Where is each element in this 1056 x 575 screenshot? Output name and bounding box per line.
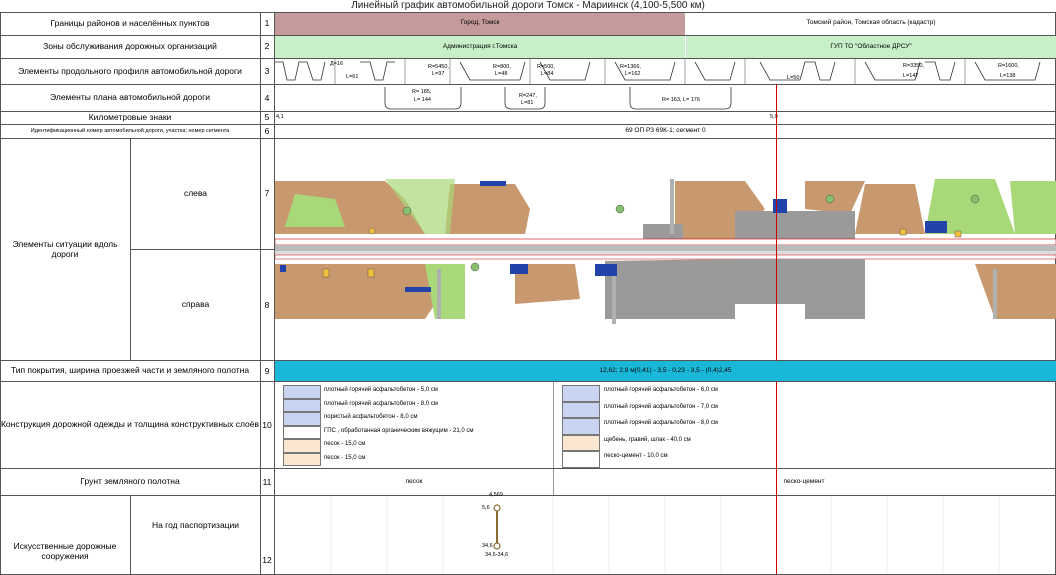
layer-right-text: плотный горячий асфальтобетон - 6,0 см xyxy=(604,387,718,393)
layer-right-text: щебень, гравий, шлак - 40,0 см xyxy=(604,436,691,443)
zone-admin-label: Администрация г.Томска xyxy=(442,43,518,50)
situation-map xyxy=(275,179,1056,324)
profile-bottom-5: L=50 xyxy=(787,75,800,81)
row-num: 1 xyxy=(264,18,270,28)
structure-diagram xyxy=(330,496,1000,574)
layer-right-text: песко-цемент - 10,0 см xyxy=(604,453,668,459)
profile-top-2: R=800, xyxy=(493,64,511,70)
profile-top-0: Д=16 xyxy=(330,61,344,67)
km-left: 4,1 xyxy=(276,114,284,120)
soil-right: песко-цемент xyxy=(783,478,825,485)
structure-bottom: 34,6-34,6 xyxy=(485,552,509,558)
pavement-text: 12,62; 2,9 м(0,41) - 3,5 - 0,23 - 3,5 - … xyxy=(599,367,732,374)
plan-bottom-0: L= 144 xyxy=(414,97,431,103)
row-num: 10 xyxy=(262,420,272,430)
row-num: 5 xyxy=(264,112,270,122)
profile-top-6: R=3350, xyxy=(903,63,924,69)
profile-bottom-1: L=97 xyxy=(432,71,445,77)
row-label-profile: Элементы продольного профиля автомобильн… xyxy=(18,65,242,76)
row-label-road-id: Идентификационный номер автомобильной до… xyxy=(30,128,230,135)
layer-left-swatch xyxy=(283,425,321,439)
layer-left-text: плотный горячий асфальтобетон - 8,0 см xyxy=(324,400,438,407)
row-num: 3 xyxy=(264,66,270,76)
road-id: 69 ОП РЗ 69К-1; сегмент 0 xyxy=(625,127,706,134)
profile-bottom-2: L=48 xyxy=(495,71,508,77)
row-label-boundaries: Границы районов и населённых пунктов xyxy=(50,18,210,29)
row-num: 2 xyxy=(264,41,270,51)
layer-left-text: плотный горячий асфальтобетон - 5,0 см xyxy=(324,387,438,393)
profile-bottom-4: L=162 xyxy=(625,71,641,77)
row-label-plan: Элементы плана автомобильной дороги xyxy=(50,92,210,103)
profile-bottom-3: L=84 xyxy=(541,71,554,77)
profile-top-1: R=5450, xyxy=(428,64,449,70)
layer-left-swatch xyxy=(283,385,321,399)
structure-left: 5,6 xyxy=(482,505,490,511)
row-sub-right: справа xyxy=(181,299,210,310)
row-label-situation: Элементы ситуации вдоль дороги xyxy=(12,238,118,259)
row-label-km: Километровые знаки xyxy=(88,112,172,123)
layer-left-text: песок - 15,0 см xyxy=(324,454,366,461)
page-title: Линейный график автомобильной дороги Том… xyxy=(351,0,705,11)
row-num: 8 xyxy=(264,300,270,310)
plan-top-2: R= 163, L= 176 xyxy=(662,97,700,103)
profile-top-4: R=1366, xyxy=(620,64,641,70)
row-label-pavement: Тип покрытия, ширина проезжей части и зе… xyxy=(10,365,250,376)
row-label-zones: Зоны обслуживания дорожных организаций xyxy=(43,41,217,52)
layer-left-swatch xyxy=(283,439,321,453)
plan-top-1: R=247, xyxy=(519,93,537,99)
profile-bottom-7: L=138 xyxy=(1000,73,1016,79)
row-sub-left: слева xyxy=(183,188,208,199)
row-num: 12 xyxy=(262,555,272,565)
profile-diagram xyxy=(275,59,1041,84)
boundary-city-label: Город, Томск xyxy=(460,19,500,26)
layer-right-swatch xyxy=(562,418,600,435)
row-num: 9 xyxy=(264,366,270,376)
profile-top-7: R=1600, xyxy=(998,63,1019,69)
layer-left-text: песок - 15,0 см xyxy=(324,441,366,447)
plan-bottom-1: L=81 xyxy=(521,100,534,106)
layer-right-swatch xyxy=(562,451,600,468)
soil-left: песок xyxy=(405,478,423,485)
row-num: 11 xyxy=(262,477,272,487)
layer-right-text: плотный горячий асфальтобетон - 8,0 см xyxy=(604,420,718,426)
zone-drsu-label: ГУП ТО "Областное ДРСУ" xyxy=(830,43,912,50)
structure-top: 4,569 xyxy=(489,492,503,498)
profile-top-3: R=500, xyxy=(537,64,555,70)
row-label-soil: Грунт земляного полотна xyxy=(80,476,180,487)
profile-bottom-6: L=147 xyxy=(903,73,919,79)
layer-right-text: плотный горячий асфальтобетон - 7,0 см xyxy=(604,403,718,410)
row-label-structures: Искусственные дорожные сооружения xyxy=(13,541,117,561)
layer-left-text: пористый асфальтобетон - 8,0 см xyxy=(324,414,418,420)
layer-right-swatch xyxy=(562,401,600,418)
row-num: 6 xyxy=(264,126,270,136)
row-label-construction: Конструкция дорожной одежды и толщина ко… xyxy=(0,419,260,430)
layer-left-swatch xyxy=(283,412,321,426)
layer-left-swatch xyxy=(283,452,321,466)
layer-left-text: ГПС , обработанная органическим вяжущим … xyxy=(324,427,474,434)
structure-mid: 34,6 xyxy=(482,543,493,549)
boundary-district-label: Томский район, Томская область (кадастр) xyxy=(806,19,936,26)
layer-right-swatch xyxy=(562,385,600,402)
profile-bottom-0: L=61 xyxy=(346,74,359,80)
layer-right-swatch xyxy=(562,434,600,451)
plan-top-0: R= 185, xyxy=(412,89,432,95)
row-num: 7 xyxy=(264,188,270,198)
row-sub-structures: На год паспортизации xyxy=(151,520,240,531)
layer-left-swatch xyxy=(283,398,321,412)
row-num: 4 xyxy=(264,93,270,103)
